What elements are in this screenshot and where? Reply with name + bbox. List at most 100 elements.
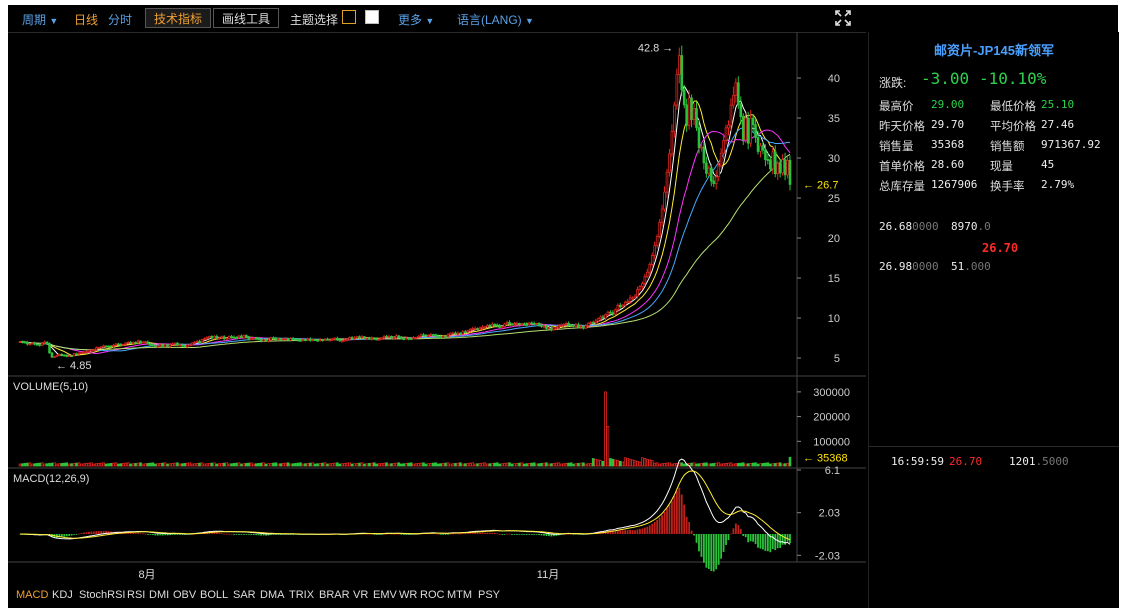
- intraday-button[interactable]: 分时: [108, 11, 132, 28]
- volume-bar: [668, 462, 671, 467]
- theme-dark-swatch[interactable]: [342, 10, 356, 24]
- volume-bar: [552, 463, 556, 467]
- macd-bar: [444, 534, 447, 535]
- volume-bar: [591, 458, 595, 467]
- volume-bar: [577, 463, 580, 467]
- volume-bar: [326, 463, 329, 467]
- volume-bar: [336, 462, 339, 467]
- candle-body: [94, 347, 98, 351]
- candle-body: [227, 336, 231, 339]
- macd-bar: [548, 534, 550, 537]
- indicator-tab-dma[interactable]: DMA: [260, 589, 284, 601]
- volume-bar: [503, 463, 506, 467]
- indicator-tab-vr[interactable]: VR: [353, 589, 368, 601]
- volume-bar: [235, 462, 238, 467]
- macd-bar: [690, 530, 693, 534]
- drawing-tools-button[interactable]: 画线工具: [213, 8, 280, 28]
- volume-bar: [446, 462, 450, 467]
- volume-bar: [717, 462, 720, 467]
- candle-body: [124, 342, 128, 345]
- indicator-tab-sar[interactable]: SAR: [233, 589, 256, 601]
- language-dropdown[interactable]: 语言(LANG) ▼: [457, 11, 534, 28]
- candle-body: [732, 94, 735, 106]
- candle-body: [230, 336, 233, 338]
- volume-bar: [306, 463, 310, 467]
- volume-bar: [227, 463, 231, 467]
- macd-bar: [545, 534, 548, 537]
- volume-bar: [700, 463, 703, 467]
- candle-body: [562, 323, 565, 326]
- candle-body: [468, 328, 472, 332]
- indicator-tab-boll[interactable]: BOLL: [200, 589, 228, 601]
- macd-bar: [80, 533, 83, 534]
- volume-bar: [732, 463, 735, 467]
- candle-body: [286, 338, 290, 341]
- volume-bar: [114, 462, 118, 467]
- indicator-tab-psy[interactable]: PSY: [478, 589, 500, 601]
- macd-bar: [715, 534, 718, 570]
- candle-body: [599, 316, 602, 320]
- indicator-tab-brar[interactable]: BRAR: [319, 589, 350, 601]
- ask-price-main: 26.68: [879, 220, 913, 233]
- candle-body: [623, 301, 627, 306]
- indicator-tab-obv[interactable]: OBV: [173, 589, 196, 601]
- period-dropdown[interactable]: 周期 ▼: [22, 11, 58, 28]
- candle-body: [650, 255, 654, 265]
- macd-bar: [75, 534, 78, 535]
- bid-price: 26.980000: [879, 260, 939, 273]
- more-dropdown[interactable]: 更多 ▼: [398, 11, 434, 28]
- volume-bar: [589, 463, 593, 467]
- indicator-tab-kdj[interactable]: KDJ: [52, 589, 73, 601]
- indicator-tab-roc[interactable]: ROC: [420, 589, 444, 601]
- macd-bar: [693, 534, 695, 536]
- indicator-tab-emv[interactable]: EMV: [373, 589, 397, 601]
- macd-bar: [525, 534, 528, 535]
- volume-bar: [781, 463, 784, 467]
- indicator-tab-stochrsi[interactable]: StochRSI: [79, 589, 125, 601]
- volume-bar: [345, 462, 349, 467]
- candle-body: [668, 153, 671, 173]
- volume-bar: [158, 463, 162, 467]
- candle-body: [267, 339, 270, 342]
- fullscreen-expand-icon[interactable]: [835, 10, 851, 26]
- macd-bar: [247, 534, 250, 535]
- candle-body: [38, 343, 41, 346]
- volume-bar: [247, 462, 251, 467]
- macd-bar: [656, 520, 659, 534]
- tech-indicators-button[interactable]: 技术指标: [145, 8, 212, 28]
- volume-bar: [291, 463, 295, 467]
- indicator-tab-mtm[interactable]: MTM: [447, 589, 472, 601]
- theme-light-swatch[interactable]: [365, 10, 379, 24]
- indicator-tab-wr[interactable]: WR: [399, 589, 417, 601]
- bid-qty-suffix: .000: [964, 260, 991, 273]
- macd-bar: [240, 534, 243, 535]
- volume-bar: [424, 463, 428, 467]
- macd-bar: [702, 534, 705, 563]
- candle-body: [222, 336, 226, 340]
- candle-body: [149, 343, 152, 346]
- candle-body: [323, 338, 327, 341]
- macd-bar: [242, 534, 245, 535]
- indicator-tab-rsi[interactable]: RSI: [127, 589, 145, 601]
- candle-body: [515, 323, 519, 325]
- candle-body: [417, 335, 420, 338]
- candle-body: [390, 335, 393, 339]
- indicator-tab-macd[interactable]: MACD: [16, 589, 48, 601]
- macd-bar: [744, 534, 747, 538]
- daily-button[interactable]: 日线: [74, 11, 98, 28]
- price-chart-area[interactable]: 5 10 15 20 25 30 35 40 8月 11月 42.8 → ← 4.85 ← 26.7 VO…: [8, 32, 866, 584]
- candle-body: [493, 323, 497, 326]
- candle-body: [43, 341, 46, 344]
- macd-bar: [481, 532, 484, 534]
- volume-bar: [441, 463, 445, 467]
- candle-body: [380, 337, 383, 340]
- macd-bar: [717, 534, 720, 565]
- volume-bar: [225, 462, 228, 467]
- indicator-tab-trix[interactable]: TRIX: [289, 589, 314, 601]
- macd-bar: [754, 534, 757, 545]
- candle-body: [35, 343, 39, 346]
- volume-bar: [655, 462, 659, 467]
- indicator-tab-dmi[interactable]: DMI: [149, 589, 169, 601]
- volume-bar: [618, 460, 622, 467]
- volume-bar: [296, 462, 300, 467]
